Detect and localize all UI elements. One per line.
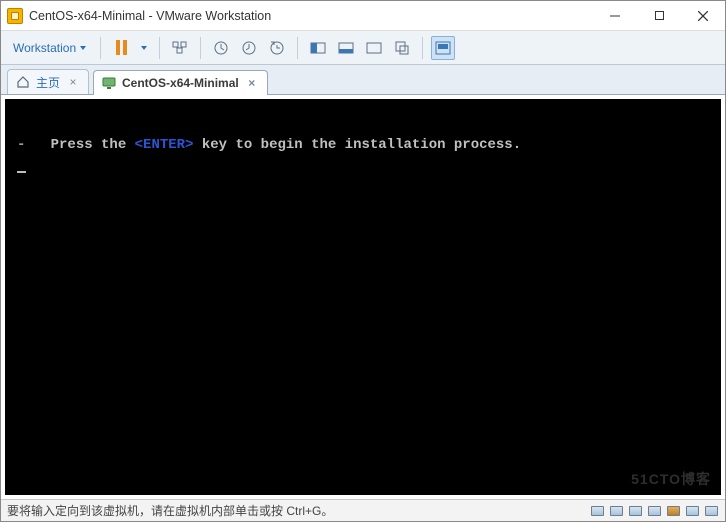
power-menu-dropdown[interactable] — [137, 36, 151, 60]
terminal-text-suffix: key to begin the installation process. — [193, 137, 521, 153]
device-cdrom-icon[interactable] — [608, 504, 624, 518]
watermark-text: 51CTO博客 — [631, 469, 711, 489]
vmware-app-icon — [7, 8, 23, 24]
terminal-text-prefix: Press the — [51, 137, 135, 153]
clock-back-icon — [241, 40, 257, 56]
toolbar-separator — [200, 37, 201, 59]
snapshot-manager-button[interactable] — [265, 36, 289, 60]
device-printer-icon[interactable] — [684, 504, 700, 518]
show-only-console-button[interactable] — [334, 36, 358, 60]
unity-button[interactable] — [390, 36, 414, 60]
console-view-icon — [310, 40, 326, 56]
status-device-icons — [589, 504, 719, 518]
terminal-enter-key: <ENTER> — [135, 137, 194, 153]
minimize-button[interactable] — [593, 1, 637, 31]
thumbnail-bar-button[interactable] — [431, 36, 455, 60]
device-usb-icon[interactable] — [646, 504, 662, 518]
device-sound-icon[interactable] — [665, 504, 681, 518]
maximize-button[interactable] — [637, 1, 681, 31]
snapshot-button[interactable] — [209, 36, 233, 60]
tab-home-close[interactable]: × — [66, 75, 80, 89]
tab-home[interactable]: 主页 × — [7, 69, 89, 94]
send-ctrl-alt-del-button[interactable] — [168, 36, 192, 60]
device-network-icon[interactable] — [627, 504, 643, 518]
tab-strip: 主页 × CentOS-x64-Minimal × — [1, 65, 725, 95]
unity-icon — [394, 40, 410, 56]
fullscreen-icon — [366, 40, 382, 56]
status-message: 要将输入定向到该虚拟机，请在虚拟机内部单击或按 Ctrl+G。 — [7, 502, 583, 519]
device-display-icon[interactable] — [703, 504, 719, 518]
pause-icon — [116, 40, 127, 55]
content-area: - Press the <ENTER> key to begin the ins… — [1, 95, 725, 499]
vm-console[interactable]: - Press the <ENTER> key to begin the ins… — [5, 99, 721, 495]
home-icon — [16, 75, 30, 89]
terminal-dash: - — [17, 137, 25, 153]
chevron-down-icon — [80, 46, 86, 50]
workstation-menu-label: Workstation — [13, 41, 76, 55]
monitor-icon — [102, 76, 116, 90]
revert-snapshot-button[interactable] — [237, 36, 261, 60]
clock-icon — [213, 40, 229, 56]
fullscreen-button[interactable] — [362, 36, 386, 60]
window-title: CentOS-x64-Minimal - VMware Workstation — [29, 9, 593, 23]
workstation-menu[interactable]: Workstation — [7, 38, 92, 58]
tab-vm[interactable]: CentOS-x64-Minimal × — [93, 70, 268, 95]
toolbar-separator — [422, 37, 423, 59]
status-bar: 要将输入定向到该虚拟机，请在虚拟机内部单击或按 Ctrl+G。 — [1, 499, 725, 521]
close-button[interactable] — [681, 1, 725, 31]
toolbar-separator — [159, 37, 160, 59]
grid-icon — [172, 40, 188, 56]
thumbnail-icon — [435, 40, 451, 56]
clock-manage-icon — [269, 40, 285, 56]
device-harddisk-icon[interactable] — [589, 504, 605, 518]
toolbar: Workstation — [1, 31, 725, 65]
show-console-button[interactable] — [306, 36, 330, 60]
chevron-down-icon — [141, 46, 147, 50]
toolbar-separator — [100, 37, 101, 59]
terminal-cursor — [17, 171, 26, 173]
tab-vm-label: CentOS-x64-Minimal — [122, 76, 239, 90]
tab-home-label: 主页 — [36, 74, 60, 91]
toolbar-separator — [297, 37, 298, 59]
tab-vm-close[interactable]: × — [245, 76, 259, 90]
pause-vm-button[interactable] — [109, 36, 133, 60]
window-titlebar: CentOS-x64-Minimal - VMware Workstation — [1, 1, 725, 31]
single-view-icon — [338, 40, 354, 56]
